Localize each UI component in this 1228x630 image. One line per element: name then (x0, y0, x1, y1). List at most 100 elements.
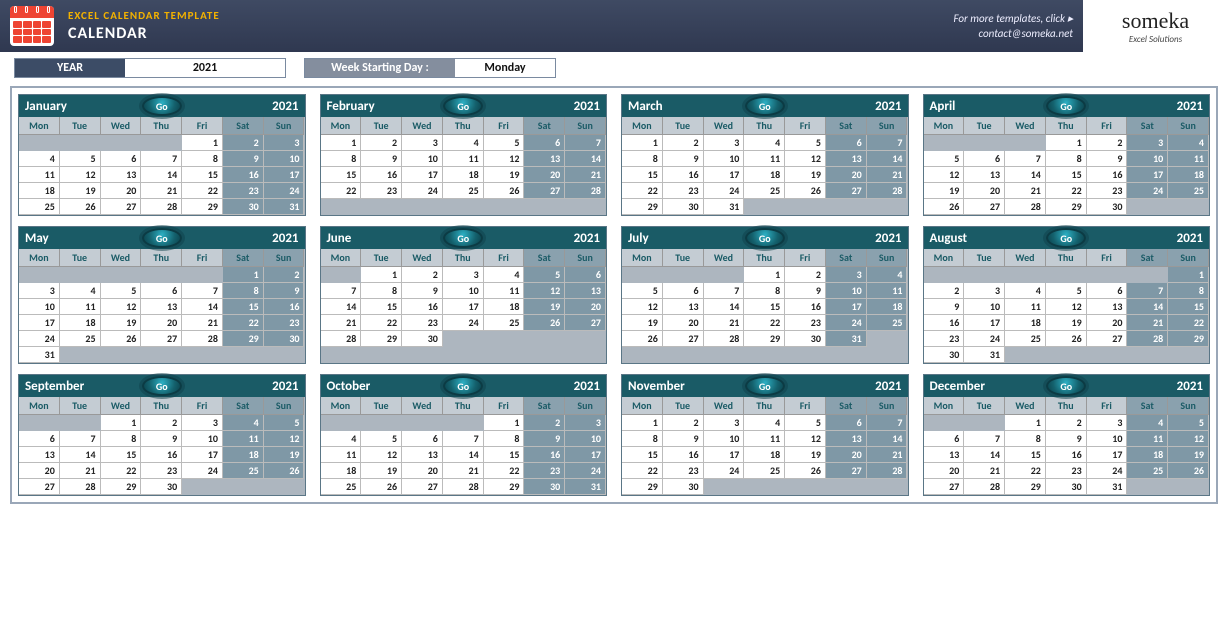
day-cell[interactable]: 17 (19, 315, 60, 331)
day-cell[interactable]: 26 (1046, 331, 1087, 347)
day-cell[interactable]: 10 (182, 431, 223, 447)
day-cell[interactable]: 30 (223, 199, 264, 215)
day-cell[interactable]: 5 (264, 415, 305, 431)
day-cell[interactable]: 19 (60, 183, 101, 199)
day-cell[interactable]: 24 (264, 183, 305, 199)
day-cell[interactable]: 16 (264, 299, 305, 315)
day-cell[interactable]: 12 (1168, 431, 1209, 447)
day-cell[interactable]: 28 (704, 331, 745, 347)
day-cell[interactable]: 19 (1168, 447, 1209, 463)
day-cell[interactable]: 22 (361, 315, 402, 331)
day-cell[interactable]: 29 (182, 199, 223, 215)
day-cell[interactable]: 18 (60, 315, 101, 331)
contact-email[interactable]: contact@someka.net (979, 27, 1073, 40)
day-cell[interactable]: 16 (402, 299, 443, 315)
day-cell[interactable]: 28 (321, 331, 362, 347)
day-cell[interactable]: 23 (785, 315, 826, 331)
day-cell[interactable]: 23 (1087, 183, 1128, 199)
day-cell[interactable]: 20 (826, 167, 867, 183)
day-cell[interactable]: 24 (826, 315, 867, 331)
day-cell[interactable]: 5 (361, 431, 402, 447)
day-cell[interactable]: 26 (484, 183, 525, 199)
go-button[interactable]: Go (142, 376, 182, 396)
day-cell[interactable]: 21 (704, 315, 745, 331)
day-cell[interactable]: 3 (826, 267, 867, 283)
day-cell[interactable]: 17 (443, 299, 484, 315)
day-cell[interactable]: 23 (264, 315, 305, 331)
day-cell[interactable]: 22 (182, 183, 223, 199)
day-cell[interactable]: 25 (60, 331, 101, 347)
day-cell[interactable]: 14 (964, 447, 1005, 463)
day-cell[interactable]: 27 (402, 479, 443, 495)
day-cell[interactable]: 19 (264, 447, 305, 463)
day-cell[interactable]: 20 (1087, 315, 1128, 331)
day-cell[interactable]: 30 (1087, 199, 1128, 215)
day-cell[interactable]: 4 (223, 415, 264, 431)
day-cell[interactable]: 2 (1046, 415, 1087, 431)
day-cell[interactable]: 26 (785, 183, 826, 199)
go-button[interactable]: Go (1046, 228, 1086, 248)
day-cell[interactable]: 10 (443, 283, 484, 299)
day-cell[interactable]: 6 (663, 283, 704, 299)
day-cell[interactable]: 27 (1087, 331, 1128, 347)
day-cell[interactable]: 16 (663, 167, 704, 183)
day-cell[interactable]: 3 (443, 267, 484, 283)
day-cell[interactable]: 27 (101, 199, 142, 215)
day-cell[interactable]: 28 (867, 463, 908, 479)
day-cell[interactable]: 7 (182, 283, 223, 299)
day-cell[interactable]: 11 (1127, 431, 1168, 447)
day-cell[interactable]: 29 (622, 479, 663, 495)
day-cell[interactable]: 3 (402, 135, 443, 151)
day-cell[interactable]: 5 (1046, 283, 1087, 299)
day-cell[interactable]: 6 (524, 135, 565, 151)
day-cell[interactable]: 27 (826, 183, 867, 199)
day-cell[interactable]: 16 (361, 167, 402, 183)
day-cell[interactable]: 30 (524, 479, 565, 495)
day-cell[interactable]: 20 (101, 183, 142, 199)
day-cell[interactable]: 3 (19, 283, 60, 299)
day-cell[interactable]: 7 (565, 135, 606, 151)
day-cell[interactable]: 1 (1046, 135, 1087, 151)
day-cell[interactable]: 9 (663, 151, 704, 167)
day-cell[interactable]: 28 (443, 479, 484, 495)
day-cell[interactable]: 25 (321, 479, 362, 495)
day-cell[interactable]: 12 (785, 151, 826, 167)
day-cell[interactable]: 15 (182, 167, 223, 183)
day-cell[interactable]: 6 (402, 431, 443, 447)
day-cell[interactable]: 30 (924, 347, 965, 363)
day-cell[interactable]: 30 (402, 331, 443, 347)
day-cell[interactable]: 27 (19, 479, 60, 495)
day-cell[interactable]: 8 (223, 283, 264, 299)
day-cell[interactable]: 15 (101, 447, 142, 463)
day-cell[interactable]: 11 (1168, 151, 1209, 167)
day-cell[interactable]: 21 (1127, 315, 1168, 331)
day-cell[interactable]: 8 (622, 431, 663, 447)
day-cell[interactable]: 22 (744, 315, 785, 331)
day-cell[interactable]: 14 (182, 299, 223, 315)
day-cell[interactable]: 11 (867, 283, 908, 299)
day-cell[interactable]: 2 (223, 135, 264, 151)
day-cell[interactable]: 9 (361, 151, 402, 167)
day-cell[interactable]: 27 (924, 479, 965, 495)
day-cell[interactable]: 4 (1168, 135, 1209, 151)
day-cell[interactable]: 28 (1127, 331, 1168, 347)
day-cell[interactable]: 5 (924, 151, 965, 167)
day-cell[interactable]: 29 (1168, 331, 1209, 347)
day-cell[interactable]: 11 (443, 151, 484, 167)
day-cell[interactable]: 29 (101, 479, 142, 495)
day-cell[interactable]: 4 (443, 135, 484, 151)
day-cell[interactable]: 29 (744, 331, 785, 347)
day-cell[interactable]: 10 (402, 151, 443, 167)
day-cell[interactable]: 9 (1046, 431, 1087, 447)
day-cell[interactable]: 7 (1127, 283, 1168, 299)
day-cell[interactable]: 14 (60, 447, 101, 463)
day-cell[interactable]: 18 (1168, 167, 1209, 183)
day-cell[interactable]: 10 (826, 283, 867, 299)
day-cell[interactable]: 13 (663, 299, 704, 315)
day-cell[interactable]: 9 (1087, 151, 1128, 167)
day-cell[interactable]: 27 (141, 331, 182, 347)
day-cell[interactable]: 24 (1087, 463, 1128, 479)
day-cell[interactable]: 24 (402, 183, 443, 199)
day-cell[interactable]: 22 (321, 183, 362, 199)
day-cell[interactable]: 12 (785, 431, 826, 447)
